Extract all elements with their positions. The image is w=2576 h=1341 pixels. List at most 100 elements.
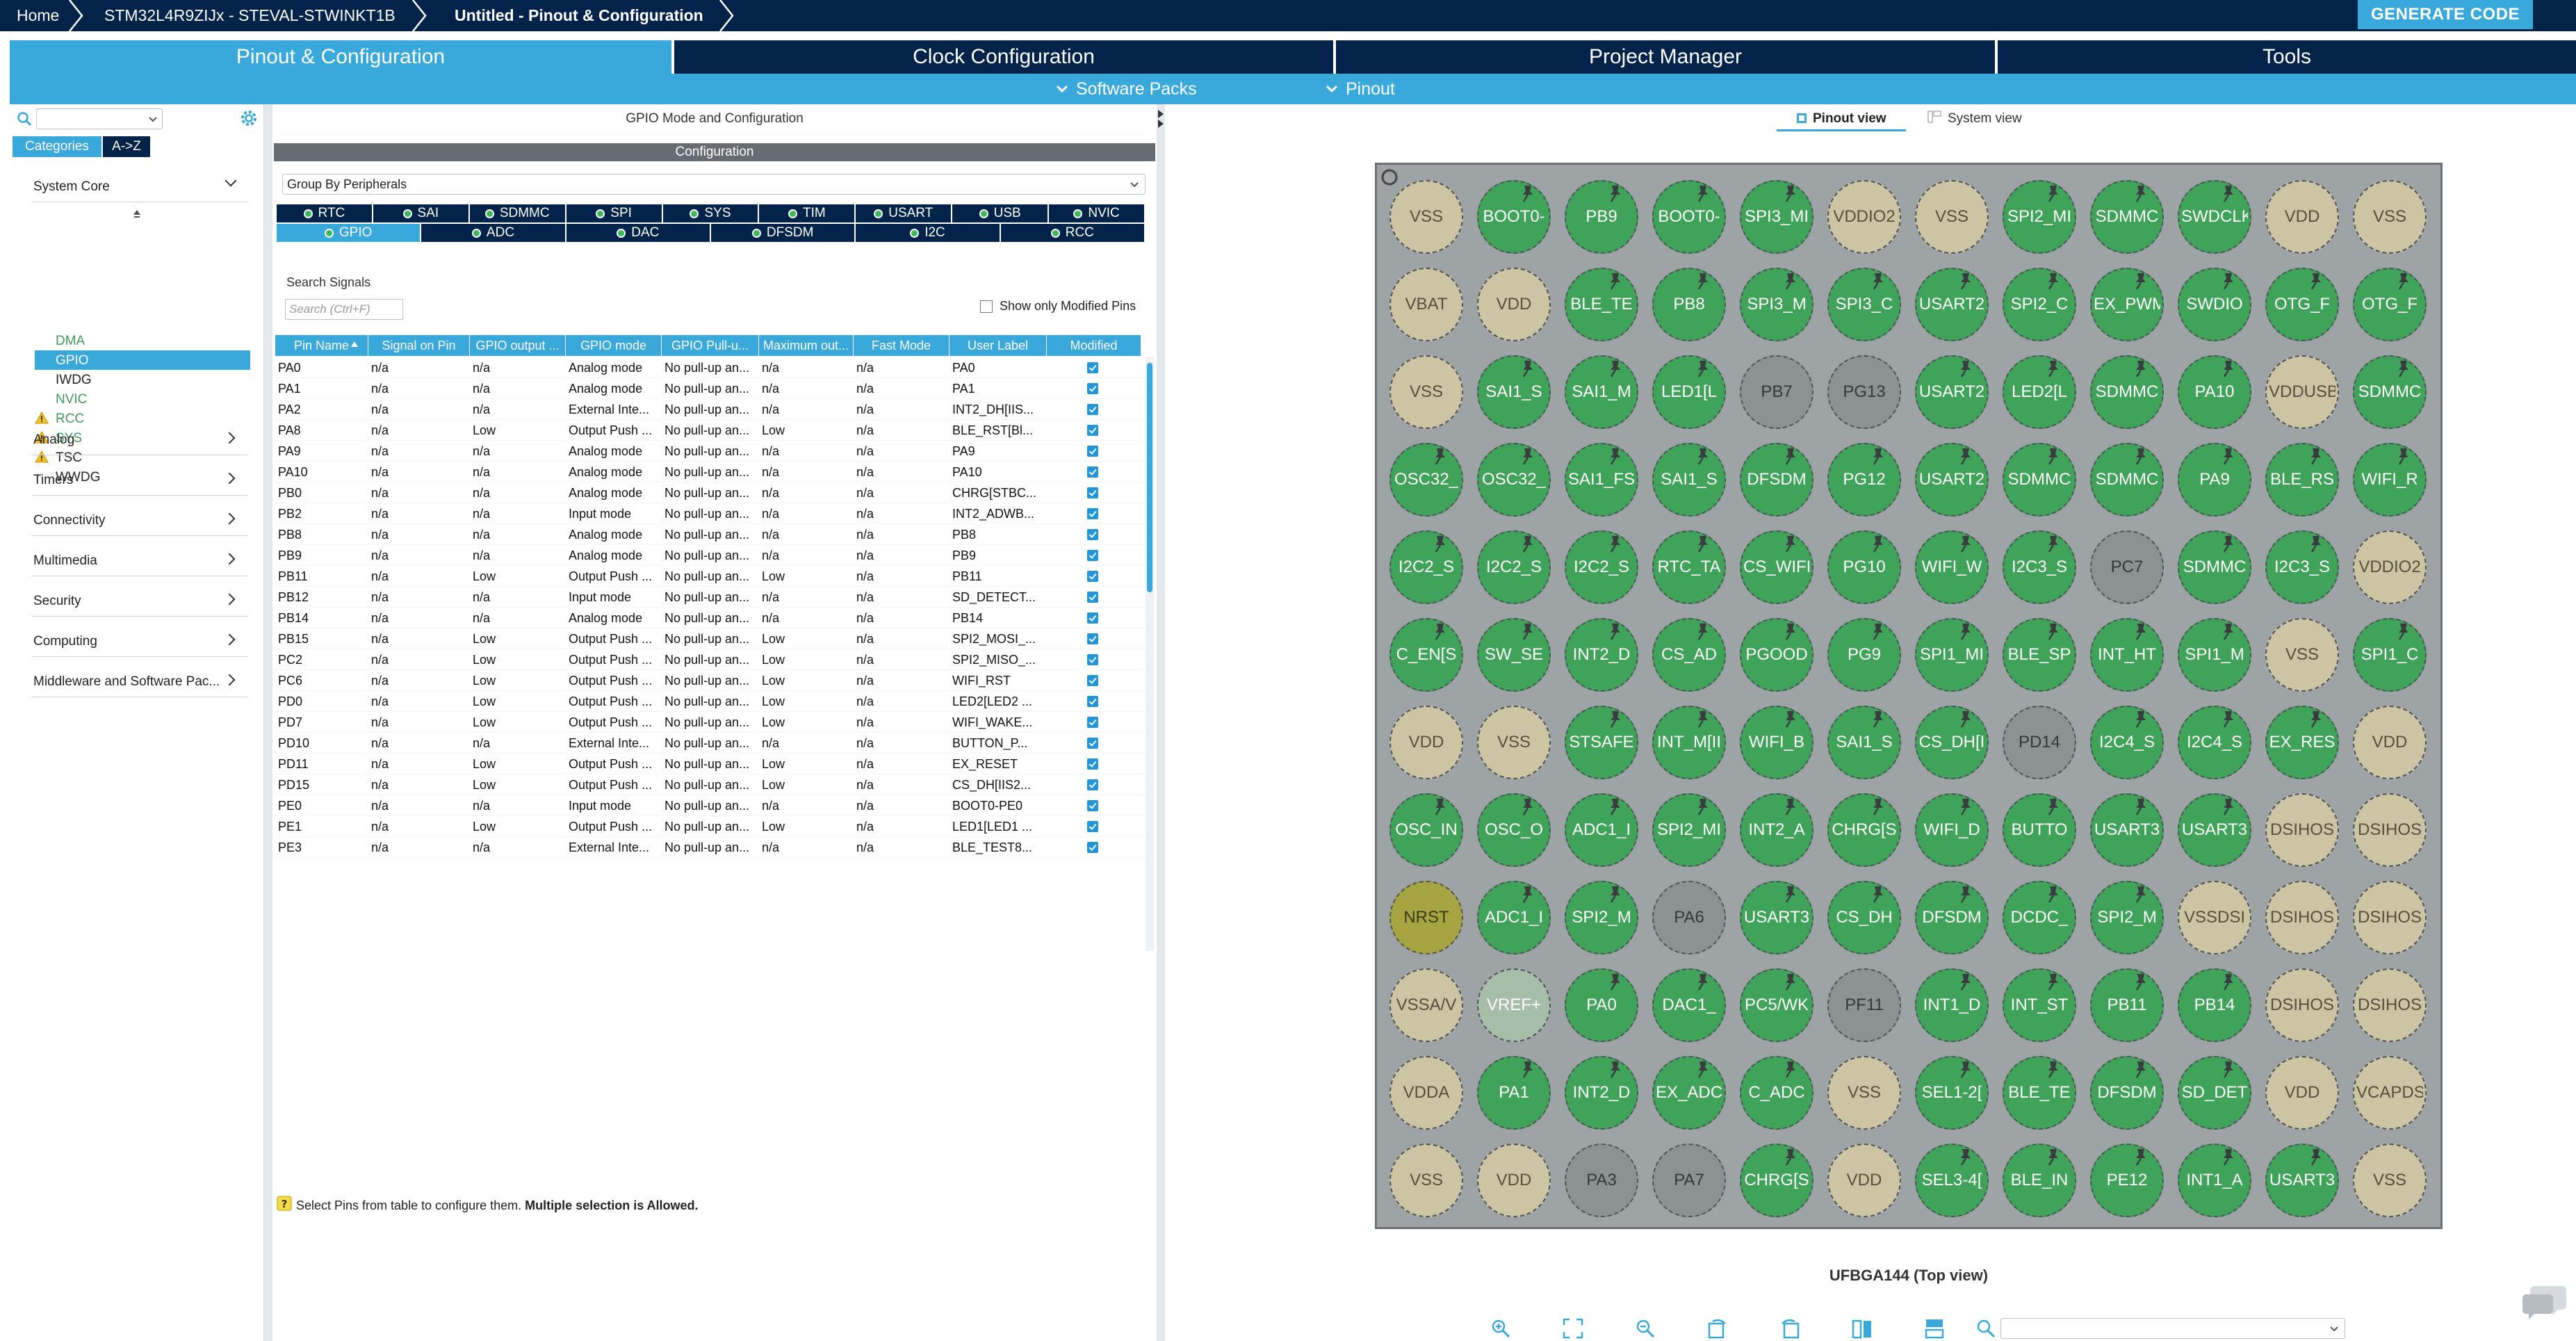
pin-vss[interactable]: VSS xyxy=(1389,355,1463,429)
table-row[interactable]: PB2 n/a n/a Input mode No pull-up an... n/a n/… xyxy=(275,503,1144,524)
pin-cs-wifi[interactable]: CS_WIFI xyxy=(1740,530,1813,604)
pin-chrg-s[interactable]: CHRG[S xyxy=(1827,793,1901,867)
column-header-5[interactable]: Maximum out... xyxy=(759,335,854,356)
pin-spi3-mi[interactable]: SPI3_MI xyxy=(1740,180,1813,254)
pin-osc32-[interactable]: OSC32_ xyxy=(1477,443,1551,517)
pin-sai1-m[interactable]: SAI1_M xyxy=(1565,355,1638,429)
flip-horizontal-icon[interactable] xyxy=(1924,1318,1945,1339)
table-scrollbar[interactable] xyxy=(1146,357,1154,951)
pin-sdmmc[interactable]: SDMMC xyxy=(2178,530,2251,604)
pin-ble-sp[interactable]: BLE_SP xyxy=(2003,618,2076,692)
modified-checkbox[interactable] xyxy=(1087,654,1098,665)
pin-sai1-s[interactable]: SAI1_S xyxy=(1477,355,1551,429)
pin-usart3[interactable]: USART3 xyxy=(2090,793,2164,867)
pin-vssdsi[interactable]: VSSDSI xyxy=(2178,881,2251,954)
pin-spi2-c[interactable]: SPI2_C xyxy=(2003,268,2076,341)
category-item-tsc[interactable]: TSC xyxy=(56,450,82,466)
pin-dcdc-[interactable]: DCDC_ xyxy=(2003,881,2076,954)
pin-vss[interactable]: VSS xyxy=(1477,706,1551,779)
pin-vss[interactable]: VSS xyxy=(1389,1144,1463,1217)
pin-boot0-[interactable]: BOOT0- xyxy=(1477,180,1551,254)
pin-c-en-s[interactable]: C_EN[S xyxy=(1389,618,1463,692)
category-search-input[interactable] xyxy=(36,108,163,129)
pin-i2c4-s[interactable]: I2C4_S xyxy=(2090,706,2164,779)
column-header-3[interactable]: GPIO mode xyxy=(566,335,662,356)
pin-sdmmc[interactable]: SDMMC xyxy=(2353,355,2427,429)
table-row[interactable]: PA8 n/a Low Output Push ... No pull-up an...… xyxy=(275,420,1144,441)
pin-dsihos[interactable]: DSIHOS xyxy=(2265,793,2339,867)
pin-sdmmc[interactable]: SDMMC xyxy=(2090,443,2164,517)
column-header-6[interactable]: Fast Mode xyxy=(854,335,949,356)
modified-checkbox[interactable] xyxy=(1087,758,1098,770)
pin-cs-ad[interactable]: CS_AD xyxy=(1652,618,1726,692)
zoom-out-icon[interactable] xyxy=(1635,1318,1656,1339)
pin-i2c2-s[interactable]: I2C2_S xyxy=(1477,530,1551,604)
software-packs-menu[interactable]: Software Packs xyxy=(1076,74,1197,104)
periph-tab-sys[interactable]: SYS xyxy=(662,204,760,222)
pin-ble-rs[interactable]: BLE_RS xyxy=(2265,443,2339,517)
pin-cs-dh[interactable]: CS_DH xyxy=(1827,881,1901,954)
pin-pb9[interactable]: PB9 xyxy=(1565,180,1638,254)
pin-ble-in[interactable]: BLE_IN xyxy=(2003,1144,2076,1217)
modified-checkbox[interactable] xyxy=(1087,404,1098,415)
pin-pgood[interactable]: PGOOD xyxy=(1740,618,1813,692)
periph-tab-adc[interactable]: ADC xyxy=(421,224,566,242)
pin-vdd[interactable]: VDD xyxy=(1477,268,1551,341)
periph-tab-tim[interactable]: TIM xyxy=(759,204,856,222)
pin-stsafe[interactable]: STSAFE xyxy=(1565,706,1638,779)
periph-tab-gpio[interactable]: GPIO xyxy=(277,224,422,242)
pin-vss[interactable]: VSS xyxy=(1915,180,1989,254)
pin-nrst[interactable]: NRST xyxy=(1389,881,1463,954)
pin-wifi-r[interactable]: WIFI_R xyxy=(2353,443,2427,517)
pin-ex-pwm[interactable]: EX_PWM xyxy=(2090,268,2164,341)
category-timers[interactable]: Timers xyxy=(33,473,73,488)
pin-vdd[interactable]: VDD xyxy=(1477,1144,1551,1217)
table-row[interactable]: PB14 n/a n/a Analog mode No pull-up an... n/a… xyxy=(275,608,1144,628)
periph-tab-rcc[interactable]: RCC xyxy=(1000,224,1146,242)
pin-vddio2[interactable]: VDDIO2 xyxy=(2353,530,2427,604)
pin-vdd[interactable]: VDD xyxy=(1389,706,1463,779)
pin-usart2[interactable]: USART2 xyxy=(1915,355,1989,429)
modified-checkbox[interactable] xyxy=(1087,675,1098,686)
pin-pb8[interactable]: PB8 xyxy=(1652,268,1726,341)
pin-rtc-ta[interactable]: RTC_TA xyxy=(1652,530,1726,604)
modified-checkbox[interactable] xyxy=(1087,633,1098,644)
table-row[interactable]: PE1 n/a Low Output Push ... No pull-up an...… xyxy=(275,816,1144,837)
pin-boot0-[interactable]: BOOT0- xyxy=(1652,180,1726,254)
pinout-menu[interactable]: Pinout xyxy=(1346,74,1395,104)
pin-pa0[interactable]: PA0 xyxy=(1565,968,1638,1042)
pin-swdclk[interactable]: SWDCLK xyxy=(2178,180,2251,254)
pin-ble-te[interactable]: BLE_TE xyxy=(1565,268,1638,341)
modified-checkbox[interactable] xyxy=(1087,571,1098,582)
pin-i2c2-s[interactable]: I2C2_S xyxy=(1565,530,1638,604)
pin-usart3[interactable]: USART3 xyxy=(1740,881,1813,954)
rotate-right-icon[interactable] xyxy=(1707,1318,1728,1339)
pin-vcapdsi[interactable]: VCAPDSI xyxy=(2353,1056,2427,1130)
modified-checkbox[interactable] xyxy=(1087,696,1098,707)
breadcrumb-home[interactable]: Home xyxy=(0,0,59,31)
periph-tab-i2c[interactable]: I2C xyxy=(856,224,1001,242)
zoom-in-icon[interactable] xyxy=(1490,1318,1511,1339)
pin-sel1-2-[interactable]: SEL1-2[ xyxy=(1915,1056,1989,1130)
periph-tab-dfsdm[interactable]: DFSDM xyxy=(711,224,856,242)
pin-usart2[interactable]: USART2 xyxy=(1915,268,1989,341)
group-by-select[interactable]: Group By Peripherals xyxy=(282,174,1146,195)
modified-checkbox[interactable] xyxy=(1087,612,1098,624)
category-item-rcc[interactable]: RCC xyxy=(56,412,84,427)
pin-pa10[interactable]: PA10 xyxy=(2178,355,2251,429)
pin-butto[interactable]: BUTTO xyxy=(2003,793,2076,867)
pin-usart3[interactable]: USART3 xyxy=(2265,1144,2339,1217)
pin-dsihos[interactable]: DSIHOS xyxy=(2353,968,2427,1042)
tab-clock-configuration[interactable]: Clock Configuration xyxy=(674,40,1333,74)
pin-sel3-4-[interactable]: SEL3-4[ xyxy=(1915,1144,1989,1217)
modified-checkbox[interactable] xyxy=(1087,800,1098,811)
modified-checkbox[interactable] xyxy=(1087,466,1098,478)
panel-splitter[interactable] xyxy=(264,104,272,1341)
pin-spi2-mi[interactable]: SPI2_MI xyxy=(1652,793,1726,867)
pin-ex-res[interactable]: EX_RES xyxy=(2265,706,2339,779)
pin-int2-d[interactable]: INT2_D xyxy=(1565,618,1638,692)
category-computing[interactable]: Computing xyxy=(33,634,97,649)
pin-sai1-s[interactable]: SAI1_S xyxy=(1827,706,1901,779)
pin-sai1-fs[interactable]: SAI1_FS xyxy=(1565,443,1638,517)
tab-pinout-configuration[interactable]: Pinout & Configuration xyxy=(10,40,671,74)
